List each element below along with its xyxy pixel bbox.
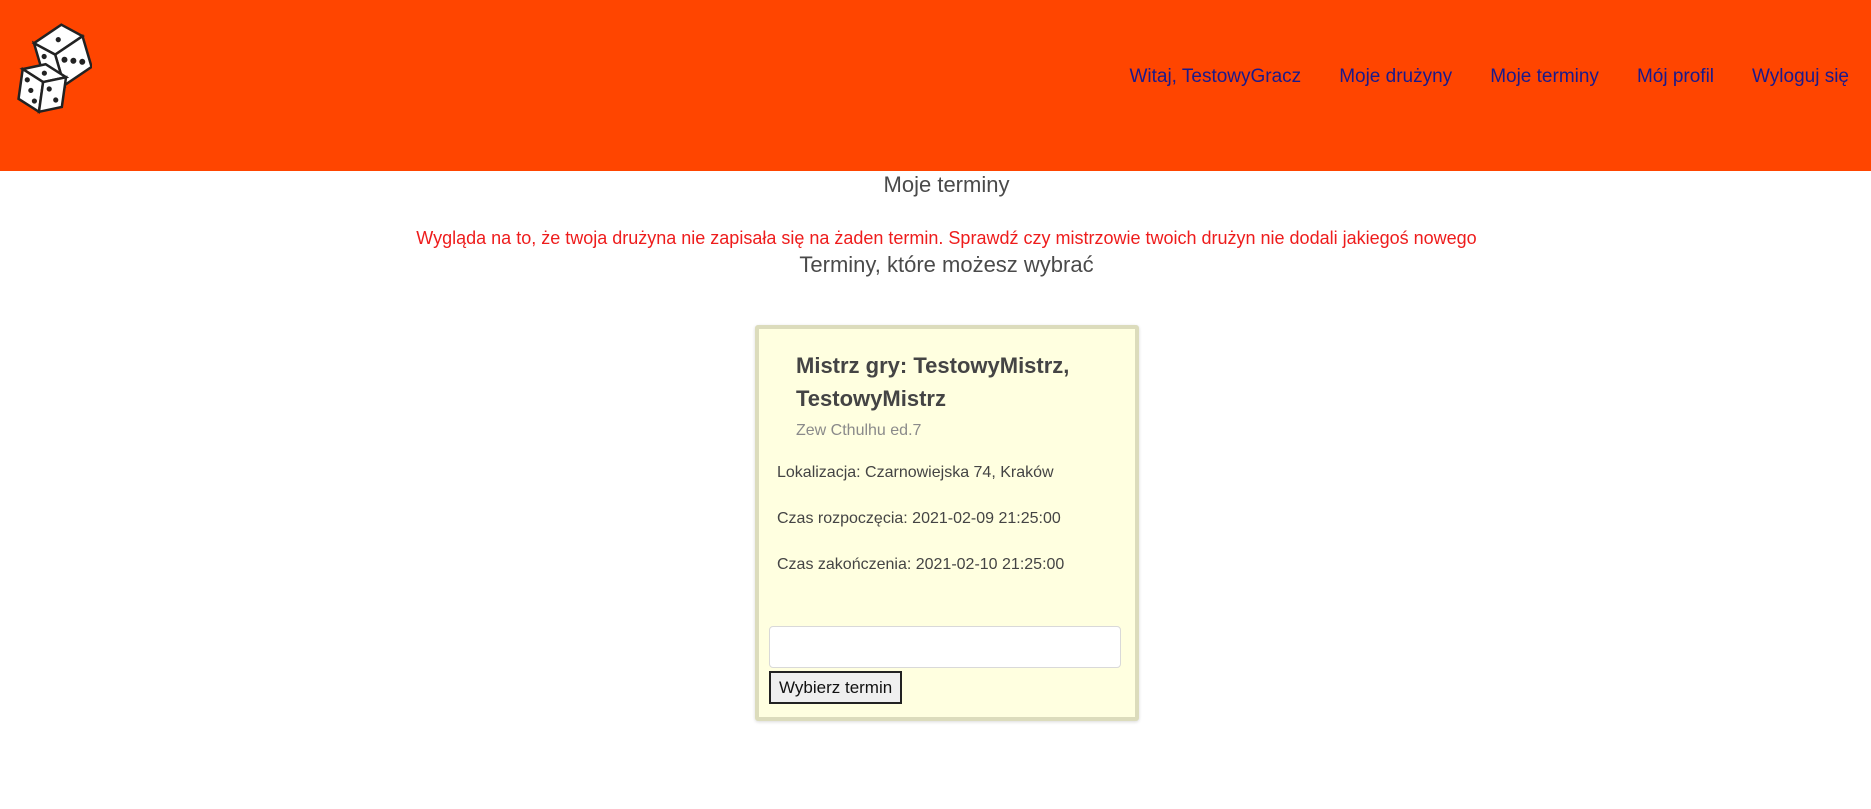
card-location: Lokalizacja: Czarnowiejska 74, Kraków <box>777 464 1054 481</box>
nav-my-teams-link[interactable]: Moje drużyny <box>1339 66 1452 88</box>
card-game-system: Zew Cthulhu ed.7 <box>796 422 922 439</box>
card-game-master: Mistrz gry: TestowyMistrz, TestowyMistrz <box>796 353 1070 411</box>
card-end-time: Czas zakończenia: 2021-02-10 21:25:00 <box>777 556 1065 573</box>
no-dates-warning: Wygląda na to, że twoja drużyna nie zapi… <box>416 228 1477 248</box>
main-nav: Witaj, TestowyGracz Moje drużyny Moje te… <box>1129 66 1849 88</box>
nav-welcome-link[interactable]: Witaj, TestowyGracz <box>1129 66 1301 88</box>
header-bar: Witaj, TestowyGracz Moje drużyny Moje te… <box>0 0 1871 171</box>
available-dates-heading: Terminy, które możesz wybrać <box>799 252 1094 277</box>
nav-logout-link[interactable]: Wyloguj się <box>1752 66 1849 88</box>
card-text-input[interactable] <box>769 626 1121 668</box>
session-card: Mistrz gry: TestowyMistrz, TestowyMistrz… <box>755 325 1139 721</box>
card-start-time: Czas rozpoczęcia: 2021-02-09 21:25:00 <box>777 510 1061 527</box>
choose-date-button[interactable]: Wybierz termin <box>769 671 903 704</box>
page-title: Moje terminy <box>883 172 1010 197</box>
dice-icon[interactable] <box>12 20 94 116</box>
nav-my-dates-link[interactable]: Moje terminy <box>1490 66 1599 88</box>
nav-my-profile-link[interactable]: Mój profil <box>1637 66 1714 88</box>
